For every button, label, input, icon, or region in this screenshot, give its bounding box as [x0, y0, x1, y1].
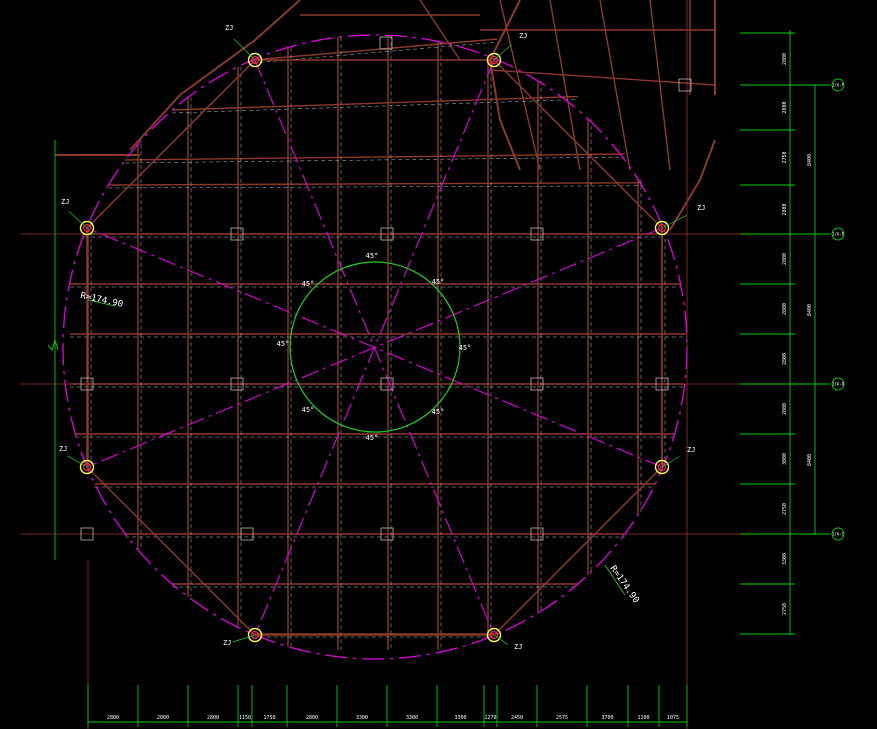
radius-label-left: R=174.90	[79, 291, 123, 310]
angle-label: 45°	[366, 252, 379, 260]
zj-label: ZJ	[697, 204, 705, 212]
axis-bubble-label: 1/A-E	[832, 232, 845, 237]
beam-diagonal	[419, 0, 461, 61]
angle-label: 45°	[277, 340, 290, 348]
dim-total-text: 8400	[807, 154, 813, 166]
zj-label: ZJ	[59, 445, 67, 453]
beam-horizontal	[252, 38, 498, 61]
axis-bubble: 1/A-F	[831, 78, 845, 92]
square-column	[379, 36, 393, 50]
slab-boundary	[55, 0, 716, 231]
square-column	[678, 78, 692, 92]
square-columns	[80, 36, 692, 541]
axis-bubble-label: 1/A-D	[832, 382, 845, 387]
dim-text: 2750	[782, 151, 788, 163]
radius-text-left: R=174.90	[79, 291, 123, 310]
dim-text: 2800	[782, 353, 788, 365]
dim-text: 2450	[511, 715, 523, 721]
left-dimension-line	[47, 140, 59, 560]
axis-bubble: 1/A-E	[831, 227, 845, 241]
zj-label: ZJ	[687, 446, 695, 454]
dim-text: 2800	[782, 53, 788, 65]
beam-centerline	[172, 99, 578, 114]
dim-text: 2800	[157, 715, 169, 721]
dim-text: 2800	[782, 101, 788, 113]
dim-text: 3000	[782, 453, 788, 465]
dim-text: 1150	[239, 715, 251, 721]
axis-bubble-label: 1/A-F	[832, 83, 845, 88]
beam-grid	[70, 0, 716, 650]
dim-text: 2800	[782, 203, 788, 215]
dim-text: 2800	[782, 253, 788, 265]
dim-text: 2750	[782, 503, 788, 515]
dim-text: 3300	[406, 715, 418, 721]
beam-centerline	[125, 156, 625, 164]
beam-diagonal	[549, 0, 581, 171]
beam-centerlines	[70, 35, 687, 650]
axis-lines	[20, 0, 820, 729]
zj-label: ZJ	[223, 639, 231, 647]
beam-diagonal	[489, 69, 716, 86]
axis-bubble-label: 1/A-C	[832, 532, 845, 537]
dim-text: 2800	[107, 715, 119, 721]
zj-label: ZJ	[61, 198, 69, 206]
zj-column: ZJ	[654, 204, 705, 236]
angle-label: 45°	[302, 406, 315, 414]
axis-bubble: 1/A-C	[831, 527, 845, 541]
dim-text: 2800	[207, 715, 219, 721]
dim-text: 3700	[601, 715, 613, 721]
angle-label: 45°	[459, 344, 472, 352]
dim-total-text: 8400	[807, 304, 813, 316]
right-dimension-chain: 2800 2800 2750 2800 2800 2800 2800 2800 3000 2750…	[740, 30, 830, 635]
beam-diagonal	[599, 0, 631, 171]
zj-label: ZJ	[514, 643, 522, 651]
beam-horizontal	[172, 95, 578, 111]
dim-text: 2800	[306, 715, 318, 721]
zj-column: ZJ	[486, 627, 522, 651]
bottom-dimension-chain: 2800 2800 2800 1150 1750 2800 3300 3300 3300 1270…	[87, 685, 688, 727]
zj-column: ZJ	[223, 627, 263, 647]
angle-label: 45°	[366, 434, 379, 442]
dim-text: 3300	[782, 553, 788, 565]
dim-text: 2800	[782, 303, 788, 315]
dim-text: 1750	[263, 715, 275, 721]
angle-label: 45°	[432, 278, 445, 286]
zj-label: ZJ	[519, 32, 527, 40]
axis-bubbles: 1/A-F 1/A-E 1/A-D 1/A-C	[831, 78, 845, 541]
zj-columns: ZJ ZJ ZJ ZJ ZJ ZJ ZJ ZJ	[59, 24, 705, 651]
beam-diagonal	[649, 0, 671, 171]
dim-text: 3300	[454, 715, 466, 721]
dim-text: 1075	[667, 715, 679, 721]
radius-label-right: R=174.90	[604, 564, 641, 605]
angle-label: 45°	[302, 280, 315, 288]
cad-drawing: 45°45°45°45°45°45°45°45° ZJZJZJZJZJZJZJZ…	[20, 0, 845, 729]
dim-text: 2750	[782, 603, 788, 615]
radius-text-right: R=174.90	[608, 564, 641, 605]
dim-text: 1270	[484, 715, 496, 721]
axis-bubble: 1/A-D	[831, 377, 845, 391]
dim-total-text: 8400	[807, 454, 813, 466]
angle-label: 45°	[432, 408, 445, 416]
zj-label: ZJ	[225, 24, 233, 32]
dim-text: 3300	[356, 715, 368, 721]
dim-text: 2800	[782, 403, 788, 415]
dim-text: 1100	[637, 715, 649, 721]
dim-text: 2575	[556, 715, 568, 721]
beam-horizontal	[125, 153, 625, 161]
